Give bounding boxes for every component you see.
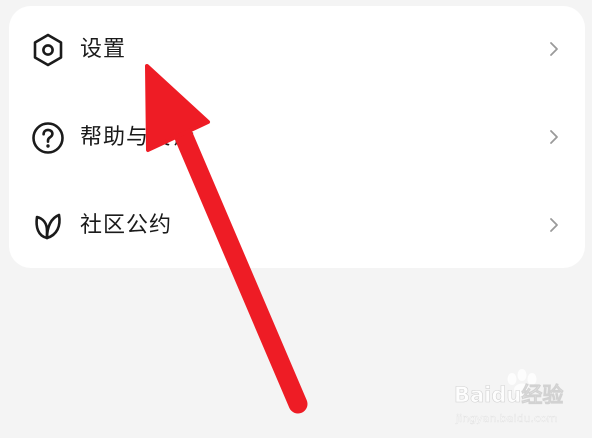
chevron-right-icon	[549, 216, 559, 234]
menu-item-settings-label: 设置	[80, 37, 127, 62]
leaf-icon	[31, 209, 65, 243]
hexagon-settings-icon	[31, 33, 65, 67]
chevron-right-icon	[549, 128, 559, 146]
menu-card: 设置 帮助与反馈 社区公约	[9, 6, 585, 268]
menu-item-settings[interactable]: 设置	[9, 6, 585, 94]
watermark-url-text: jingyan.baidu.com	[455, 412, 558, 425]
baidu-jingyan-watermark: Baidu经验 jingyan.baidu.com	[452, 366, 586, 432]
menu-item-help-feedback-label: 帮助与反馈	[80, 125, 196, 150]
question-circle-icon	[31, 121, 65, 155]
menu-item-help-feedback[interactable]: 帮助与反馈	[9, 94, 585, 182]
menu-item-community-guidelines-label: 社区公约	[80, 213, 173, 238]
paw-logo-icon	[507, 369, 537, 397]
watermark-brand-text: Baidu经验	[454, 383, 563, 407]
menu-item-community-guidelines[interactable]: 社区公约	[9, 182, 585, 270]
chevron-right-icon	[549, 40, 559, 58]
